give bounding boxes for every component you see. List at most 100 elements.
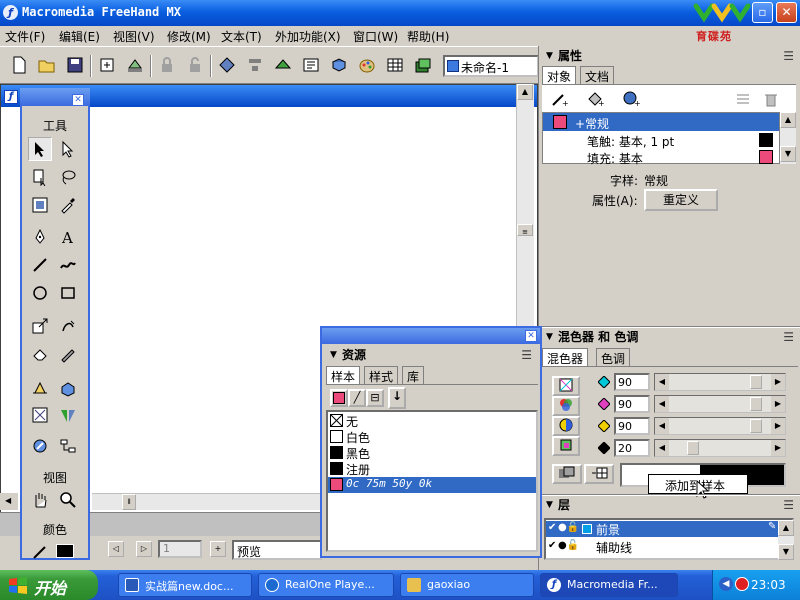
- tab-library[interactable]: 库: [402, 366, 425, 384]
- add-effect-icon[interactable]: +: [620, 89, 642, 109]
- library-icon[interactable]: [328, 55, 350, 75]
- new-document-icon[interactable]: [8, 55, 30, 75]
- scale-tool-icon[interactable]: [28, 193, 52, 217]
- taskbar-item[interactable]: 实战篇new.doc...: [118, 573, 252, 597]
- black-slider-thumb[interactable]: [687, 441, 699, 455]
- black-decrease-icon[interactable]: ◀: [655, 440, 669, 456]
- fill-color-swatch[interactable]: [56, 544, 74, 558]
- fill-property-label[interactable]: 填充: 基本: [587, 150, 643, 167]
- save-icon[interactable]: [64, 55, 86, 75]
- cyan-increase-icon[interactable]: ▶: [771, 374, 785, 390]
- black-increase-icon[interactable]: ▶: [771, 440, 785, 456]
- layers-scrollbar[interactable]: ▲ ▼: [778, 520, 794, 560]
- add-page-icon[interactable]: +: [210, 541, 226, 557]
- start-button[interactable]: 开始: [0, 570, 98, 600]
- pen-tool-icon[interactable]: [28, 225, 52, 249]
- yellow-increase-icon[interactable]: ▶: [771, 418, 785, 434]
- swatches-icon[interactable]: [412, 55, 434, 75]
- styles-icon[interactable]: [300, 55, 322, 75]
- assets-close-icon[interactable]: ✕: [525, 330, 537, 342]
- taskbar-item-active[interactable]: ƒ Macromedia Fr...: [540, 573, 678, 597]
- properties-panel-header[interactable]: ▼ 属性 ☰: [540, 47, 800, 65]
- swatch-name[interactable]: 无: [346, 413, 358, 430]
- properties-list-icon[interactable]: [732, 89, 754, 109]
- menu-xtras[interactable]: 外加功能(X): [275, 28, 341, 45]
- cyan-slider-thumb[interactable]: [750, 375, 762, 389]
- layers-options-icon[interactable]: ☰: [783, 496, 794, 514]
- tab-object[interactable]: 对象: [542, 66, 577, 84]
- magenta-value-field[interactable]: 90: [614, 395, 650, 413]
- color-mixer-icon[interactable]: [356, 55, 378, 75]
- mixer-panel-header[interactable]: ▼ 混色器 和 色调 ☰: [540, 328, 800, 346]
- lock-icon[interactable]: [156, 55, 178, 75]
- lasso-tool-icon[interactable]: [56, 165, 80, 189]
- layer-lock-icon[interactable]: ●🔓: [558, 522, 579, 533]
- document-window-icon[interactable]: ƒ: [4, 90, 18, 104]
- taskbar-item[interactable]: gaoxiao: [400, 573, 534, 597]
- yellow-decrease-icon[interactable]: ◀: [655, 418, 669, 434]
- knife-tool-icon[interactable]: [56, 342, 80, 366]
- black-slider[interactable]: ◀ ▶: [654, 439, 786, 457]
- table-icon[interactable]: [384, 55, 406, 75]
- fill-swatch[interactable]: [759, 150, 773, 164]
- restore-button[interactable]: ▫: [752, 2, 773, 23]
- cyan-slider[interactable]: ◀ ▶: [654, 373, 786, 391]
- magenta-increase-icon[interactable]: ▶: [771, 396, 785, 412]
- menu-text[interactable]: 文本(T): [221, 28, 262, 45]
- fill-swatch-button[interactable]: [330, 389, 348, 407]
- properties-scroll-down-icon[interactable]: ▼: [780, 146, 796, 162]
- transform-icon[interactable]: [216, 55, 238, 75]
- freeform-tool-icon[interactable]: [56, 314, 80, 338]
- eraser-tool-icon[interactable]: [28, 342, 52, 366]
- delete-property-icon[interactable]: [760, 89, 782, 109]
- add-swatch-arrow-icon[interactable]: ↓: [388, 387, 406, 409]
- close-button[interactable]: ✕: [776, 2, 797, 23]
- guides-visible-check-icon[interactable]: ✔: [548, 540, 556, 551]
- pencil-tool-icon[interactable]: [56, 253, 80, 277]
- menu-window[interactable]: 窗口(W): [353, 28, 398, 45]
- hscroll-thumb[interactable]: ⦀: [122, 494, 136, 510]
- black-value-field[interactable]: 20: [614, 439, 650, 457]
- both-swatch-button[interactable]: ⊟: [366, 389, 384, 407]
- assets-panel-header[interactable]: ▼ 资源 ☰: [324, 346, 538, 364]
- guides-lock-icon[interactable]: ●🔓: [558, 540, 579, 551]
- hand-tool-icon[interactable]: [28, 488, 52, 512]
- redefine-button[interactable]: 重定义: [644, 189, 718, 211]
- import-icon[interactable]: [96, 55, 118, 75]
- menu-modify[interactable]: 修改(M): [167, 28, 211, 45]
- layers-collapse-icon[interactable]: ▼: [546, 496, 553, 514]
- perspective-tool-icon[interactable]: [28, 376, 52, 400]
- swatch-name[interactable]: 黑色: [346, 445, 370, 462]
- tab-tints[interactable]: 色调: [596, 348, 631, 366]
- taskbar-item[interactable]: RealOne Playe...: [258, 573, 394, 597]
- tab-styles[interactable]: 样式: [364, 366, 399, 384]
- extrude-tool-icon[interactable]: [56, 376, 80, 400]
- rectangle-tool-icon[interactable]: [56, 281, 80, 305]
- layers-scroll-up-icon[interactable]: ▲: [778, 520, 794, 536]
- swatch-name[interactable]: 0c 75m 50y 0k: [346, 477, 432, 490]
- line-tool-icon[interactable]: [28, 253, 52, 277]
- connector-tool-icon[interactable]: [28, 434, 52, 458]
- view-mode-select[interactable]: 预览: [232, 540, 322, 560]
- stroke-color-icon[interactable]: [28, 540, 52, 564]
- swatch-name[interactable]: 注册: [346, 461, 370, 478]
- cyan-decrease-icon[interactable]: ◀: [655, 374, 669, 390]
- panel-options-icon[interactable]: ☰: [783, 47, 794, 65]
- scroll-thumb[interactable]: ≡: [517, 224, 533, 236]
- add-to-tints-button[interactable]: [584, 464, 614, 484]
- stroke-swatch[interactable]: [759, 133, 773, 147]
- layers-panel-header[interactable]: ▼ 层 ☰: [540, 496, 800, 514]
- add-to-swatches-button[interactable]: [552, 464, 582, 484]
- yellow-slider-thumb[interactable]: [750, 419, 762, 433]
- menu-view[interactable]: 视图(V): [113, 28, 155, 45]
- add-fill-icon[interactable]: +: [584, 89, 606, 109]
- layer-visible-check-icon[interactable]: ✔: [548, 522, 556, 533]
- scroll-up-icon[interactable]: ▲: [517, 84, 533, 100]
- chart-tool-icon[interactable]: [56, 434, 80, 458]
- page-next-icon[interactable]: ▷: [136, 541, 152, 557]
- layers-scroll-down-icon[interactable]: ▼: [778, 544, 794, 560]
- yellow-slider[interactable]: ◀ ▶: [654, 417, 786, 435]
- tab-swatches[interactable]: 样本: [326, 366, 361, 384]
- text-tool-icon[interactable]: A: [56, 225, 80, 249]
- ellipse-tool-icon[interactable]: [28, 281, 52, 305]
